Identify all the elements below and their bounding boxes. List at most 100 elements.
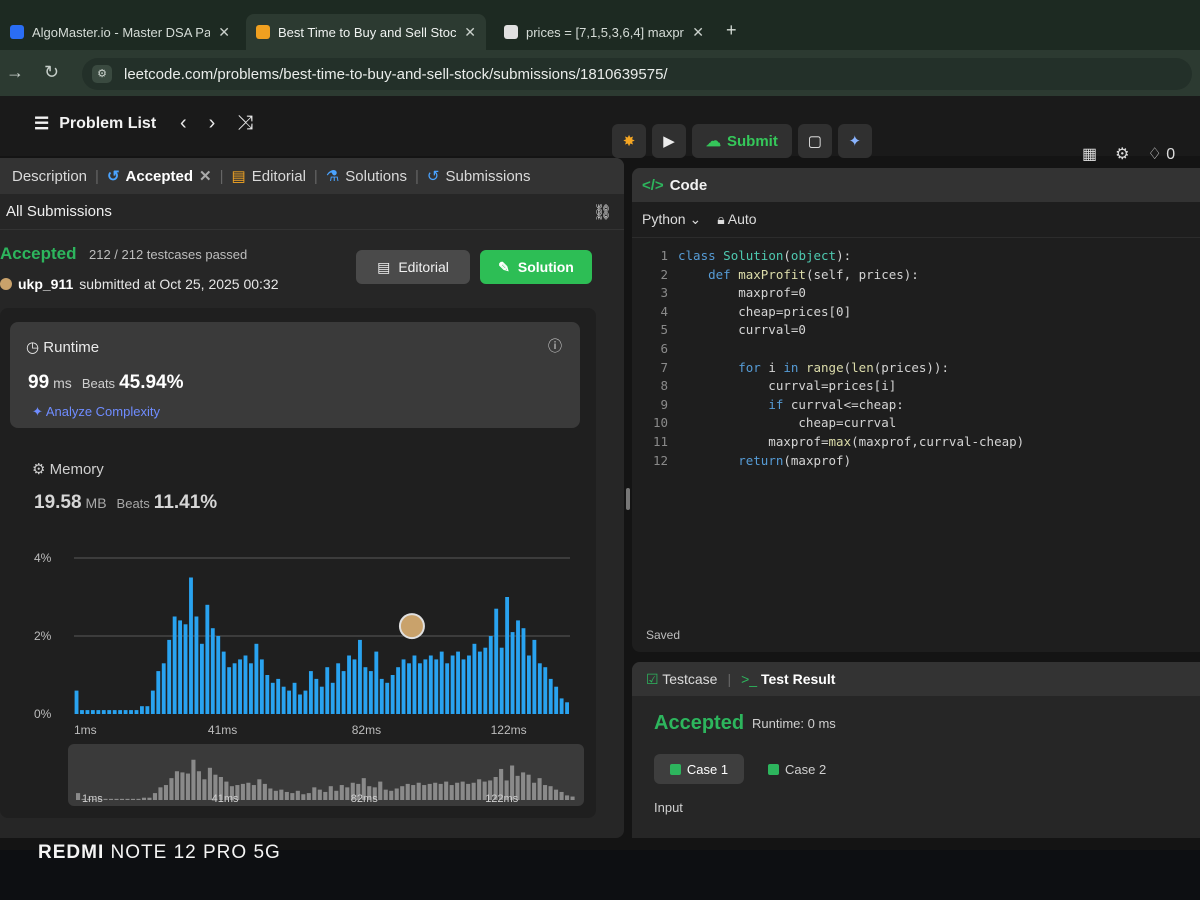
- line-number: 8: [660, 378, 668, 394]
- code-line[interactable]: 4 cheap=prices[0]: [632, 304, 851, 322]
- code-line[interactable]: 9 if currval<=cheap:: [632, 397, 903, 415]
- code-line[interactable]: 7 for i in range(len(prices)):: [632, 360, 949, 378]
- code-line[interactable]: 10 cheap=currval: [632, 415, 896, 433]
- runtime-card[interactable]: ◷ Runtime ⓘ 99 ms Beats 45.94% ✦ Analyze Co…: [10, 322, 580, 428]
- tab-submissions[interactable]: ↺ Submissions: [419, 167, 539, 186]
- tab-testcase[interactable]: ☑ Testcase: [646, 671, 717, 688]
- shuffle-icon[interactable]: ⤨: [237, 112, 253, 135]
- language-select[interactable]: Python ⌄: [642, 211, 701, 228]
- tab-description[interactable]: Description: [4, 168, 95, 185]
- url-field[interactable]: ⚙ leetcode.com/problems/best-time-to-buy…: [82, 58, 1192, 90]
- editorial-button[interactable]: ▤ Editorial: [356, 250, 470, 284]
- info-icon[interactable]: ⓘ: [548, 336, 562, 356]
- code-line[interactable]: 6: [632, 341, 678, 359]
- settings-icon[interactable]: ⚙: [1115, 144, 1129, 164]
- code-line[interactable]: 1 class Solution(object):: [632, 248, 851, 266]
- code-line[interactable]: 2 def maxProfit(self, prices):: [632, 267, 918, 285]
- reload-icon[interactable]: ↻: [44, 62, 59, 83]
- chart-bar: [270, 682, 275, 714]
- forward-icon[interactable]: →: [6, 62, 24, 83]
- code-line[interactable]: 8 currval=prices[i]: [632, 378, 896, 396]
- code-line[interactable]: 11 maxprof=max(maxprof,currval-cheap): [632, 434, 1024, 452]
- runtime-distribution-chart[interactable]: 0% 2% 4% 1ms 41ms 82ms 122ms: [30, 544, 590, 744]
- layout-icon[interactable]: ▦: [1082, 144, 1097, 164]
- run-button[interactable]: ▶: [652, 124, 686, 158]
- ai-assist-button[interactable]: ✦: [837, 124, 872, 158]
- browser-tab-leetcode[interactable]: Best Time to Buy and Sell Stock ✕: [246, 14, 486, 50]
- case-1-tab[interactable]: Case 1: [654, 754, 744, 784]
- memory-beats: 11.41%: [153, 492, 218, 513]
- minimap-bar: [136, 798, 141, 800]
- line-number: 11: [652, 434, 668, 449]
- chart-bar: [80, 710, 84, 714]
- chart-minimap[interactable]: 1ms 41ms 82ms 122ms: [68, 744, 584, 806]
- memory-number: 19.58: [34, 492, 82, 513]
- code-line[interactable]: 12 return(maxprof): [632, 453, 851, 471]
- chart-bar: [428, 655, 433, 714]
- minimap-bar: [444, 781, 449, 800]
- tab-solutions[interactable]: ⚗ Solutions: [318, 167, 415, 186]
- tab-accepted[interactable]: ↺ Accepted ✕: [99, 167, 220, 186]
- username[interactable]: ukp_911: [18, 276, 73, 292]
- minimap-tick-label: 122ms: [485, 793, 519, 805]
- auto-mode[interactable]: 🔒︎ Auto: [717, 211, 756, 228]
- chart-bar: [412, 655, 417, 714]
- tab-test-result[interactable]: >_ Test Result: [741, 671, 835, 687]
- avatar[interactable]: [0, 278, 12, 290]
- points-counter[interactable]: ♢ 0: [1147, 144, 1175, 164]
- chart-bar: [129, 710, 133, 714]
- line-number: 6: [660, 341, 668, 356]
- close-tab-icon[interactable]: ✕: [692, 24, 704, 41]
- chart-range-selector[interactable]: 1ms 41ms 82ms 122ms: [68, 744, 584, 806]
- case-2-tab[interactable]: Case 2: [768, 754, 826, 784]
- code-line[interactable]: 3 maxprof=0: [632, 285, 805, 303]
- problem-list-button[interactable]: ☰ Problem List: [34, 114, 156, 134]
- site-info-icon[interactable]: ⚙: [92, 65, 112, 83]
- minimap-bar: [433, 782, 438, 800]
- minimap-bar: [180, 772, 185, 800]
- analyze-complexity-link[interactable]: ✦ Analyze Complexity: [32, 404, 160, 420]
- browser-tab-algomaster[interactable]: AlgoMaster.io - Master DSA Pa ✕: [0, 14, 240, 50]
- panel-resize-handle[interactable]: [626, 488, 630, 510]
- chart-bar: [140, 706, 144, 714]
- new-tab-button[interactable]: +: [726, 20, 737, 41]
- line-number: 5: [660, 322, 668, 338]
- line-number: 7: [660, 359, 668, 375]
- notes-button[interactable]: ▢: [797, 124, 832, 158]
- chart-bar: [385, 682, 390, 714]
- close-icon[interactable]: ✕: [199, 167, 212, 185]
- left-tab-bar: Description | ↺ Accepted ✕ | ▤ Editorial …: [0, 158, 624, 194]
- link-icon[interactable]: ⛓: [593, 203, 612, 221]
- submit-button[interactable]: ☁ Submit: [692, 124, 792, 158]
- solution-button[interactable]: ✎ Solution: [480, 250, 592, 284]
- debug-button[interactable]: ✸: [612, 124, 646, 158]
- chart-bar: [123, 710, 128, 714]
- chart-bar: [548, 678, 553, 714]
- line-number: 10: [652, 415, 668, 431]
- code-text: class Solution(object):: [678, 248, 852, 263]
- browser-tab-chatgpt[interactable]: prices = [7,1,5,3,6,4] maxprof=( ✕: [494, 14, 714, 50]
- flask-icon: ⚗: [325, 168, 340, 185]
- code-line[interactable]: 5 currval=0: [632, 322, 805, 340]
- minimap-bar: [411, 785, 416, 800]
- chart-bar: [314, 678, 319, 714]
- runtime-number: 99: [28, 372, 50, 393]
- close-tab-icon[interactable]: ✕: [464, 24, 476, 41]
- minimap-bar: [537, 778, 542, 800]
- code-editor[interactable]: 1 class Solution(object): 2 def maxProfit(…: [632, 248, 1200, 608]
- next-problem-icon[interactable]: ›: [209, 112, 216, 135]
- tab-title: prices = [7,1,5,3,6,4] maxprof=(: [526, 24, 684, 40]
- tab-editorial[interactable]: ▤ Editorial: [224, 167, 314, 186]
- chart-bar: [287, 690, 292, 714]
- minimap-bar: [196, 771, 201, 800]
- case-label: Case 2: [785, 761, 827, 777]
- minimap-bar: [191, 759, 196, 800]
- prev-problem-icon[interactable]: ‹: [180, 112, 187, 135]
- leetcode-app: ☰ Problem List ‹ › ⤨ ✸ ▶ ☁ Submit ▢ ✦ ▦ …: [0, 96, 1200, 850]
- minimap-bar: [108, 798, 114, 800]
- chart-bar: [543, 667, 548, 714]
- x-tick-label: 82ms: [352, 723, 381, 737]
- all-submissions-link[interactable]: All Submissions: [6, 203, 112, 220]
- minimap-bar: [76, 793, 81, 800]
- close-tab-icon[interactable]: ✕: [218, 24, 230, 41]
